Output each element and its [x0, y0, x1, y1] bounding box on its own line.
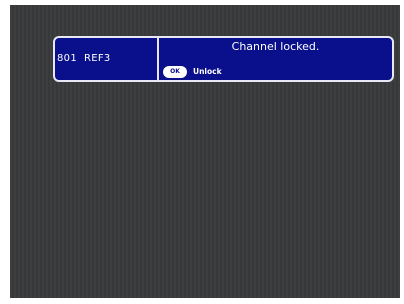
lock-message: Channel locked. [231, 40, 320, 53]
channel-info: 801 REF3 [57, 53, 111, 64]
channel-info-panel: 801 REF3 [55, 38, 159, 80]
ok-key-button[interactable]: OK [163, 66, 187, 78]
channel-name: REF3 [84, 53, 111, 64]
tv-screen: 801 REF3 Channel locked. OK Unlock [10, 5, 400, 298]
unlock-label: Unlock [193, 67, 222, 76]
channel-number: 801 [57, 53, 77, 64]
channel-lock-dialog: 801 REF3 Channel locked. OK Unlock [53, 36, 394, 82]
